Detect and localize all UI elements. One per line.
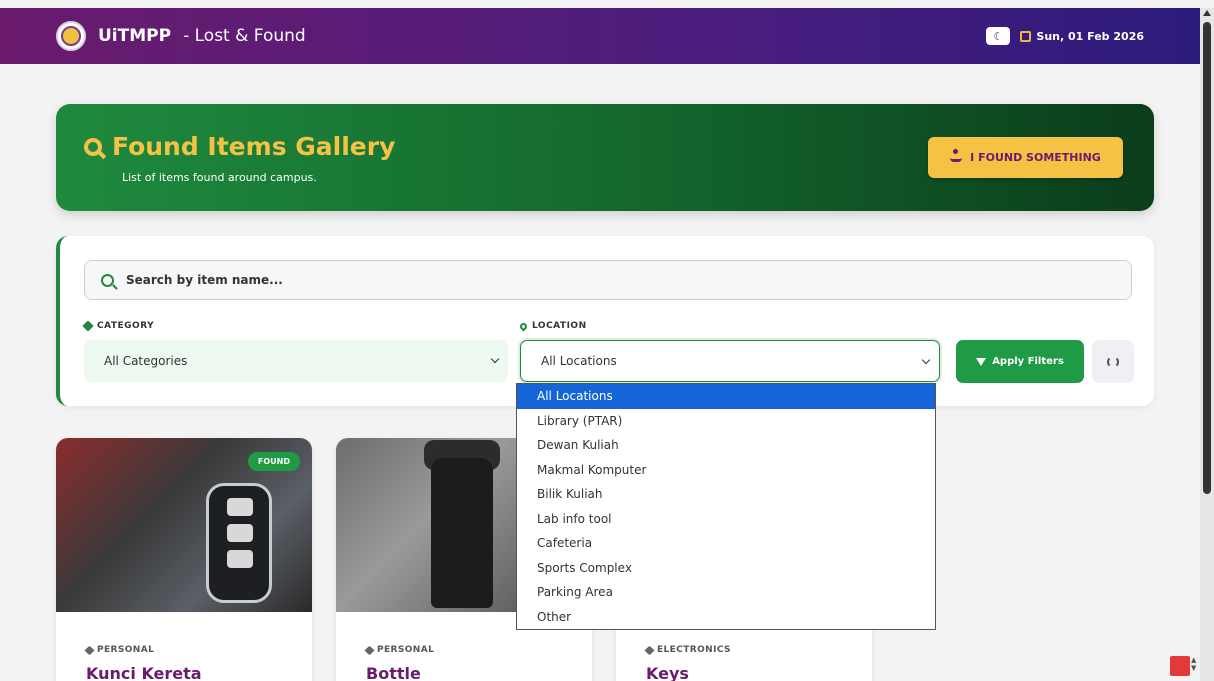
brand[interactable]: UiTMPP - Lost & Found	[56, 21, 306, 51]
location-option[interactable]: Lab info tool	[517, 507, 935, 532]
item-category-text: PERSONAL	[377, 645, 435, 655]
top-navbar: UiTMPP - Lost & Found ☾ Sun, 01 Feb 2026	[0, 8, 1200, 64]
page-subtitle: List of items found around campus.	[122, 171, 317, 184]
car-key-fob-image	[206, 483, 272, 603]
search-icon	[84, 137, 102, 156]
location-option[interactable]: Makmal Komputer	[517, 458, 935, 483]
item-category: PERSONAL	[364, 645, 435, 655]
tag-icon	[364, 645, 375, 655]
brand-subtitle: - Lost & Found	[183, 26, 306, 46]
scroll-thumb[interactable]	[1203, 22, 1211, 494]
location-label-text: LOCATION	[532, 321, 587, 331]
refresh-icon	[1107, 355, 1119, 368]
map-pin-icon	[518, 321, 529, 331]
item-title[interactable]: Bottle	[366, 664, 421, 681]
filter-icon	[976, 357, 987, 366]
bottle-image	[431, 458, 493, 608]
chevron-down-icon	[921, 355, 931, 365]
tag-icon	[82, 320, 94, 332]
found-button-label: I FOUND SOMETHING	[970, 151, 1101, 164]
location-select[interactable]: All Locations	[520, 340, 940, 382]
status-badge: FOUND	[247, 452, 300, 471]
uitm-logo-icon	[56, 21, 86, 51]
item-category-text: ELECTRONICS	[657, 645, 731, 655]
hand-holding-icon	[950, 149, 963, 162]
location-option[interactable]: Sports Complex	[517, 556, 935, 581]
dark-mode-toggle-button[interactable]: ☾	[986, 27, 1011, 45]
tag-icon	[644, 645, 655, 655]
search-box[interactable]	[84, 260, 1132, 300]
corner-widget-button[interactable]	[1170, 656, 1190, 676]
item-category: PERSONAL	[84, 645, 155, 655]
tag-icon	[84, 645, 95, 655]
location-label: LOCATION	[518, 321, 587, 331]
date-text: Sun, 01 Feb 2026	[1036, 29, 1144, 43]
corner-stepper-icon[interactable]: ▲ ▼	[1191, 656, 1199, 678]
location-option[interactable]: Library (PTAR)	[517, 409, 935, 434]
page-title-text: Found Items Gallery	[112, 132, 396, 161]
location-option[interactable]: Dewan Kuliah	[517, 433, 935, 458]
category-select-value: All Categories	[104, 354, 188, 368]
scroll-up-arrow-icon[interactable]	[1203, 10, 1211, 16]
item-category-text: PERSONAL	[97, 645, 155, 655]
category-label-text: CATEGORY	[97, 321, 155, 331]
location-option[interactable]: All Locations	[517, 384, 935, 409]
item-title[interactable]: Keys	[646, 664, 689, 681]
page-title: Found Items Gallery	[84, 132, 395, 161]
location-dropdown-list[interactable]: All Locations Library (PTAR) Dewan Kulia…	[516, 383, 936, 630]
page-scrollbar[interactable]	[1200, 8, 1214, 681]
moon-icon: ☾	[993, 29, 1004, 43]
hero-banner: Found Items Gallery List of items found …	[56, 104, 1154, 211]
filter-panel: CATEGORY All Categories LOCATION All Loc…	[56, 236, 1154, 406]
item-category: ELECTRONICS	[644, 645, 731, 655]
location-select-value: All Locations	[541, 354, 617, 368]
brand-name: UiTMPP	[98, 26, 172, 46]
location-option[interactable]: Other	[517, 605, 935, 630]
current-date: Sun, 01 Feb 2026	[1020, 30, 1144, 43]
apply-filters-label: Apply Filters	[992, 356, 1064, 367]
i-found-something-button[interactable]: I FOUND SOMETHING	[928, 137, 1123, 178]
item-photo: FOUND	[56, 438, 312, 612]
location-option[interactable]: Parking Area	[517, 580, 935, 605]
item-title[interactable]: Kunci Kereta	[86, 664, 202, 681]
category-label: CATEGORY	[82, 320, 155, 332]
apply-filters-button[interactable]: Apply Filters	[956, 340, 1084, 383]
location-option[interactable]: Bilik Kuliah	[517, 482, 935, 507]
search-icon	[101, 273, 114, 287]
category-select[interactable]: All Categories	[84, 340, 508, 382]
search-input[interactable]	[126, 273, 1026, 287]
reset-filters-button[interactable]	[1092, 340, 1134, 383]
calendar-icon	[1020, 30, 1032, 42]
location-option[interactable]: Cafeteria	[517, 531, 935, 556]
chevron-down-icon	[490, 354, 500, 364]
item-card[interactable]: FOUND PERSONAL Kunci Kereta	[56, 438, 312, 681]
